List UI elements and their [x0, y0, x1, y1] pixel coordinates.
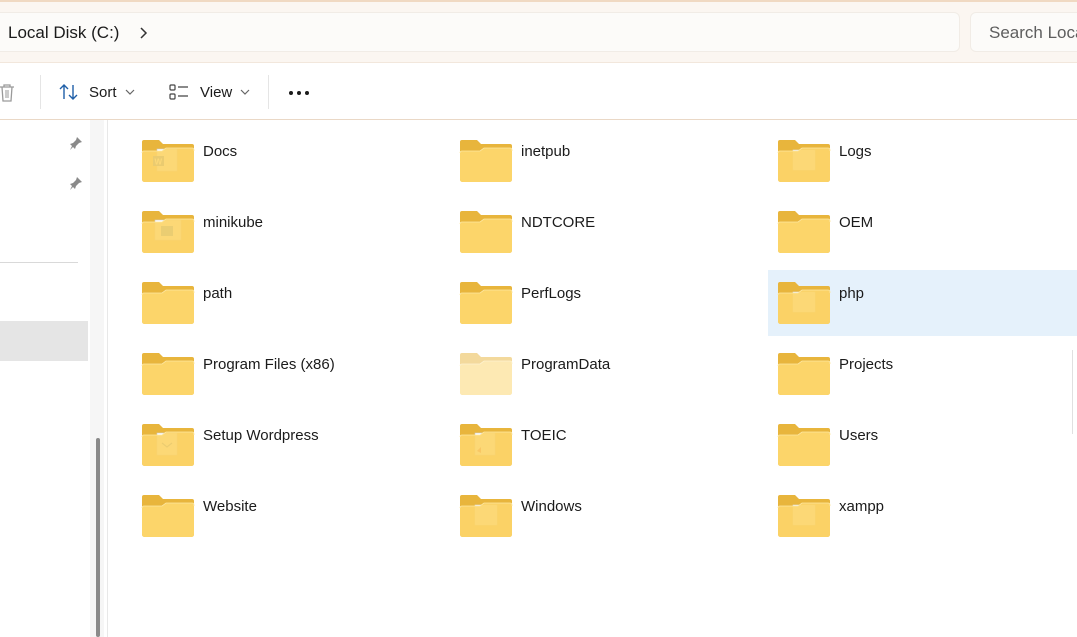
- folder-icon: [141, 495, 195, 537]
- address-bar-area: Local Disk (C:): [0, 0, 1077, 62]
- folder-name: ProgramData: [521, 356, 611, 373]
- folder-icon: [459, 424, 513, 466]
- folder-icon: [141, 424, 195, 466]
- folder-name: TOEIC: [521, 427, 567, 444]
- folder-name: Users: [839, 427, 879, 444]
- folder-icon: [777, 211, 831, 253]
- folder-icon: [459, 495, 513, 537]
- sidebar-scrollbar-thumb[interactable]: [96, 438, 100, 637]
- folder-icon: W: [141, 140, 195, 182]
- search-input[interactable]: [989, 23, 1077, 43]
- folder-icon: [777, 282, 831, 324]
- folder-name: OEM: [839, 214, 874, 231]
- folder-name: Program Files (x86): [203, 356, 335, 373]
- navigation-pane: [0, 120, 108, 637]
- folder-item[interactable]: Projects: [766, 341, 1066, 405]
- folder-name: PerfLogs: [521, 285, 582, 302]
- folder-item[interactable]: ProgramData: [448, 341, 748, 405]
- folder-icon: [459, 140, 513, 182]
- folder-icon: [777, 424, 831, 466]
- pin-icon[interactable]: [69, 136, 83, 150]
- folder-item[interactable]: inetpub: [448, 128, 748, 192]
- folder-name: Website: [203, 498, 257, 515]
- folder-item[interactable]: Website: [130, 483, 430, 547]
- folder-icon: [141, 211, 195, 253]
- breadcrumb-location[interactable]: Local Disk (C:): [8, 23, 119, 43]
- toolbar-separator: [268, 75, 269, 109]
- pin-icon[interactable]: [69, 176, 83, 190]
- folder-item[interactable]: Program Files (x86): [130, 341, 430, 405]
- trash-icon[interactable]: [0, 83, 16, 103]
- folder-item[interactable]: xampp: [766, 483, 1066, 547]
- folder-name: Setup Wordpress: [203, 427, 319, 444]
- folder-name: php: [839, 285, 865, 302]
- folder-item[interactable]: php: [768, 270, 1077, 336]
- folder-item[interactable]: path: [130, 270, 430, 334]
- folder-icon: [141, 353, 195, 395]
- folder-item[interactable]: NDTCORE: [448, 199, 748, 263]
- folder-name: NDTCORE: [521, 214, 596, 231]
- folder-icon: [459, 353, 513, 395]
- chevron-right-icon[interactable]: [137, 23, 151, 43]
- folder-icon: [141, 282, 195, 324]
- folder-icon: [777, 353, 831, 395]
- toolbar-separator: [40, 75, 41, 109]
- folder-item[interactable]: Users: [766, 412, 1066, 476]
- folder-icon: [777, 140, 831, 182]
- folder-name: minikube: [203, 214, 264, 231]
- folder-item[interactable]: W Docs: [130, 128, 430, 192]
- command-bar: Sort View: [0, 62, 1077, 120]
- folder-item[interactable]: TOEIC: [448, 412, 748, 476]
- folder-item[interactable]: OEM: [766, 199, 1066, 263]
- view-button[interactable]: View: [168, 75, 251, 109]
- folder-icon: [459, 211, 513, 253]
- folder-item[interactable]: Setup Wordpress: [130, 412, 430, 476]
- breadcrumb[interactable]: Local Disk (C:): [0, 12, 960, 52]
- folder-icon: [459, 282, 513, 324]
- search-box[interactable]: [970, 12, 1077, 52]
- view-label: View: [200, 83, 233, 101]
- folder-name: Docs: [203, 143, 238, 160]
- folder-name: inetpub: [521, 143, 571, 160]
- folder-item[interactable]: Windows: [448, 483, 748, 547]
- view-icon: [169, 84, 188, 100]
- sort-button[interactable]: Sort: [58, 75, 136, 109]
- folder-name: xampp: [839, 498, 885, 515]
- content-scrollbar[interactable]: [1072, 350, 1077, 434]
- folder-name: path: [203, 285, 233, 302]
- folder-icon: [777, 495, 831, 537]
- folder-name: Logs: [839, 143, 872, 160]
- folder-name: Windows: [521, 498, 582, 515]
- sort-icon: [59, 84, 78, 100]
- chevron-down-icon: [240, 89, 250, 95]
- folder-item[interactable]: minikube: [130, 199, 430, 263]
- sort-label: Sort: [89, 83, 117, 101]
- folder-item[interactable]: PerfLogs: [448, 270, 748, 334]
- folder-item[interactable]: Logs: [766, 128, 1066, 192]
- more-ellipsis-icon[interactable]: [287, 89, 313, 97]
- folder-name: Projects: [839, 356, 894, 373]
- chevron-down-icon: [125, 89, 134, 95]
- sidebar-item-selected[interactable]: [0, 321, 88, 361]
- sidebar-divider: [0, 262, 78, 263]
